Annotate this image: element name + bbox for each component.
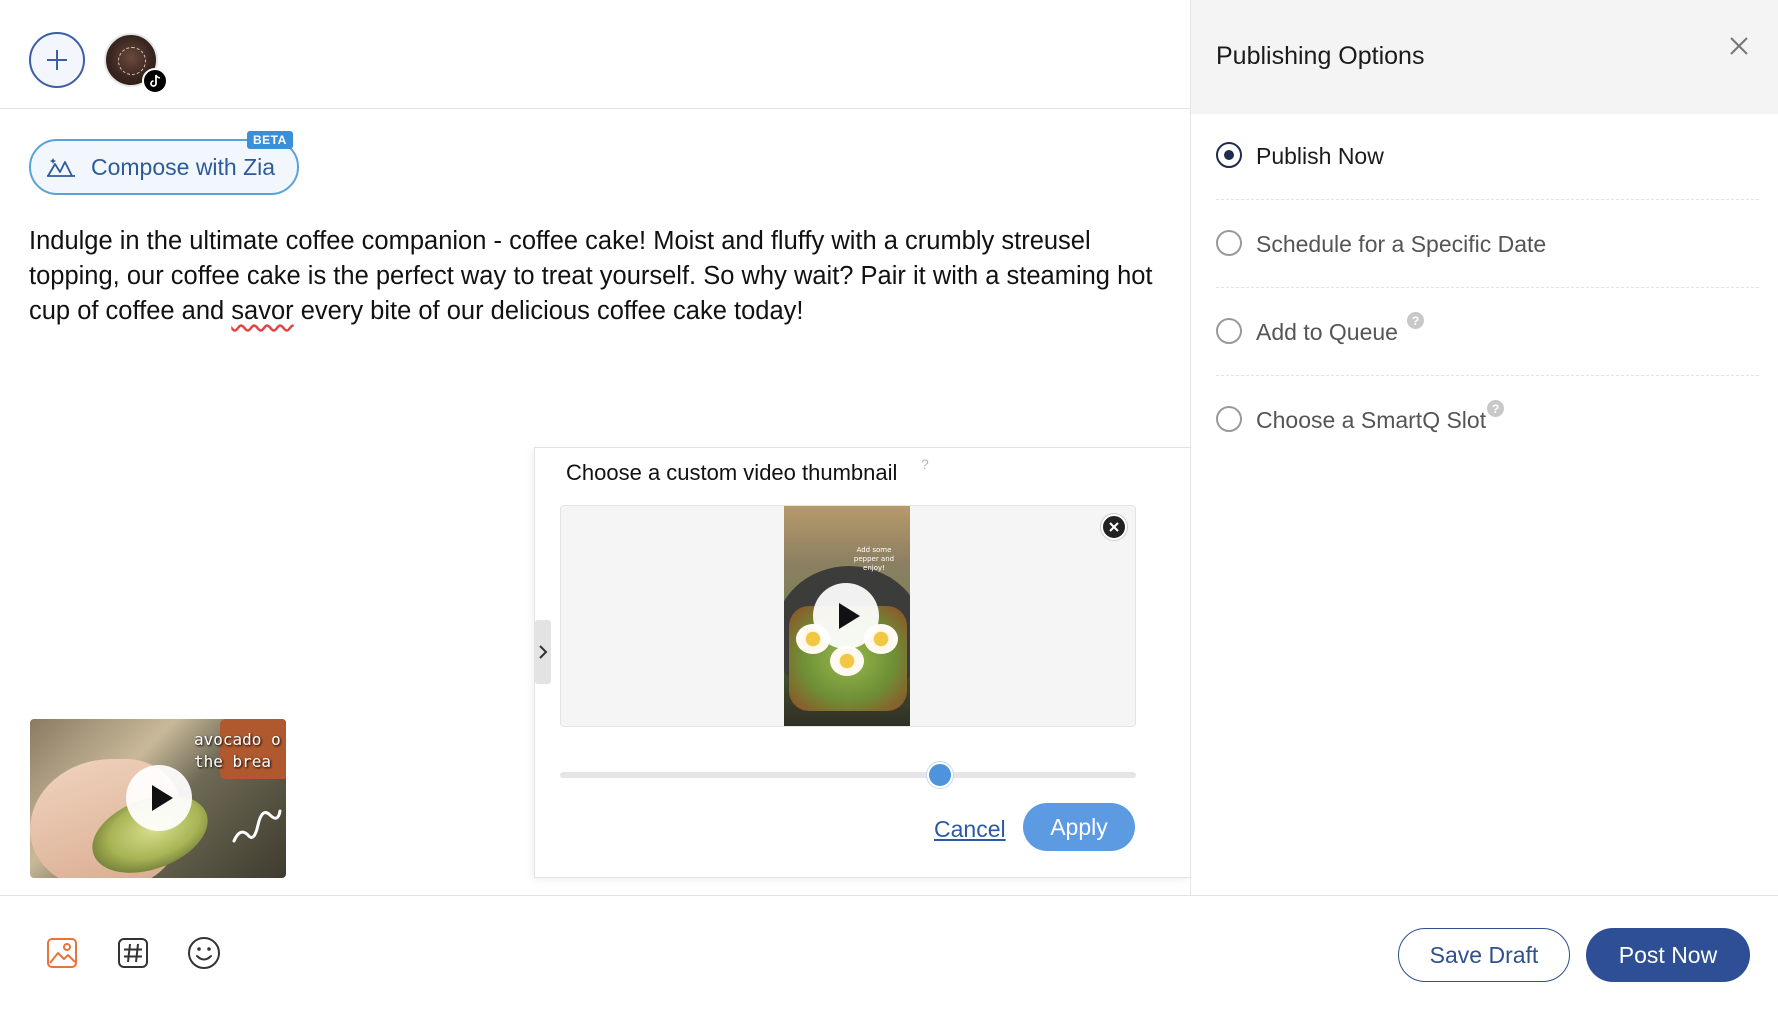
save-draft-button[interactable]: Save Draft bbox=[1398, 928, 1570, 982]
chooser-title: Choose a custom video thumbnail bbox=[566, 460, 898, 485]
frame-play-triangle bbox=[838, 603, 860, 629]
option-add-to-queue[interactable]: Add to Queue ? bbox=[1216, 288, 1759, 376]
video-frame: Add some pepper and enjoy! bbox=[784, 506, 910, 726]
zia-label: Compose with Zia bbox=[91, 153, 276, 180]
help-icon[interactable]: ? bbox=[1407, 312, 1424, 329]
option-label: Schedule for a Specific Date bbox=[1256, 231, 1547, 257]
play-icon[interactable] bbox=[126, 765, 192, 831]
panel-title: Publishing Options bbox=[1216, 42, 1425, 70]
hashtag-icon[interactable] bbox=[116, 936, 150, 970]
post-text-area[interactable]: Indulge in the ultimate coffee companion… bbox=[29, 224, 1169, 329]
frame-egg bbox=[830, 646, 864, 676]
close-icon[interactable] bbox=[1725, 32, 1753, 60]
radio-button[interactable] bbox=[1216, 142, 1242, 168]
account-bar bbox=[0, 0, 1190, 109]
plus-icon bbox=[47, 50, 67, 70]
post-text-end: every bite of our delicious coffee cake … bbox=[293, 297, 804, 325]
avatar-logo bbox=[118, 47, 146, 75]
play-triangle bbox=[151, 785, 173, 811]
option-smartq-slot[interactable]: Choose a SmartQ Slot ? bbox=[1216, 376, 1759, 464]
publishing-options-panel: Publishing Options Publish Now Schedule … bbox=[1190, 0, 1778, 895]
frame-play-icon[interactable] bbox=[813, 583, 879, 649]
video-overlay-text: avocado o the brea bbox=[194, 730, 281, 771]
emoji-icon[interactable] bbox=[187, 936, 221, 970]
thumbnail-chooser: Choose a custom video thumbnail ? Add so… bbox=[534, 447, 1190, 878]
option-publish-now[interactable]: Publish Now bbox=[1216, 112, 1759, 200]
collapse-handle[interactable] bbox=[535, 620, 551, 684]
help-icon[interactable]: ? bbox=[1487, 400, 1504, 417]
radio-button[interactable] bbox=[1216, 318, 1242, 344]
frame-overlay-text: Add some pepper and enjoy! bbox=[853, 546, 895, 572]
cancel-link[interactable]: Cancel bbox=[934, 816, 1006, 843]
tiktok-icon bbox=[142, 68, 168, 94]
squiggle-icon bbox=[232, 809, 282, 843]
panel-header: Publishing Options bbox=[1191, 0, 1778, 114]
beta-badge: BETA bbox=[247, 131, 293, 149]
attached-video[interactable]: avocado o the brea bbox=[30, 719, 286, 878]
option-label: Publish Now bbox=[1256, 143, 1384, 169]
radio-button[interactable] bbox=[1216, 406, 1242, 432]
post-editor: Compose with Zia BETA Indulge in the ult… bbox=[0, 0, 1190, 1012]
apply-button[interactable]: Apply bbox=[1023, 803, 1135, 851]
chevron-right-icon bbox=[539, 645, 548, 659]
option-label: Add to Queue bbox=[1256, 319, 1398, 345]
frame-slider-handle[interactable] bbox=[927, 762, 954, 788]
thumbnail-preview: Add some pepper and enjoy! bbox=[560, 505, 1136, 727]
help-icon[interactable]: ? bbox=[921, 456, 929, 472]
remove-thumbnail-close-icon[interactable] bbox=[1101, 514, 1127, 540]
frame-slider-track[interactable] bbox=[560, 772, 1136, 778]
image-icon[interactable] bbox=[45, 936, 79, 970]
option-schedule[interactable]: Schedule for a Specific Date bbox=[1216, 200, 1759, 288]
zia-sparkle-icon bbox=[47, 158, 75, 177]
add-account-button[interactable] bbox=[29, 32, 85, 88]
radio-button[interactable] bbox=[1216, 230, 1242, 256]
misspelled-word: savor bbox=[231, 297, 294, 325]
option-label: Choose a SmartQ Slot bbox=[1256, 407, 1487, 433]
post-now-button[interactable]: Post Now bbox=[1586, 928, 1750, 982]
